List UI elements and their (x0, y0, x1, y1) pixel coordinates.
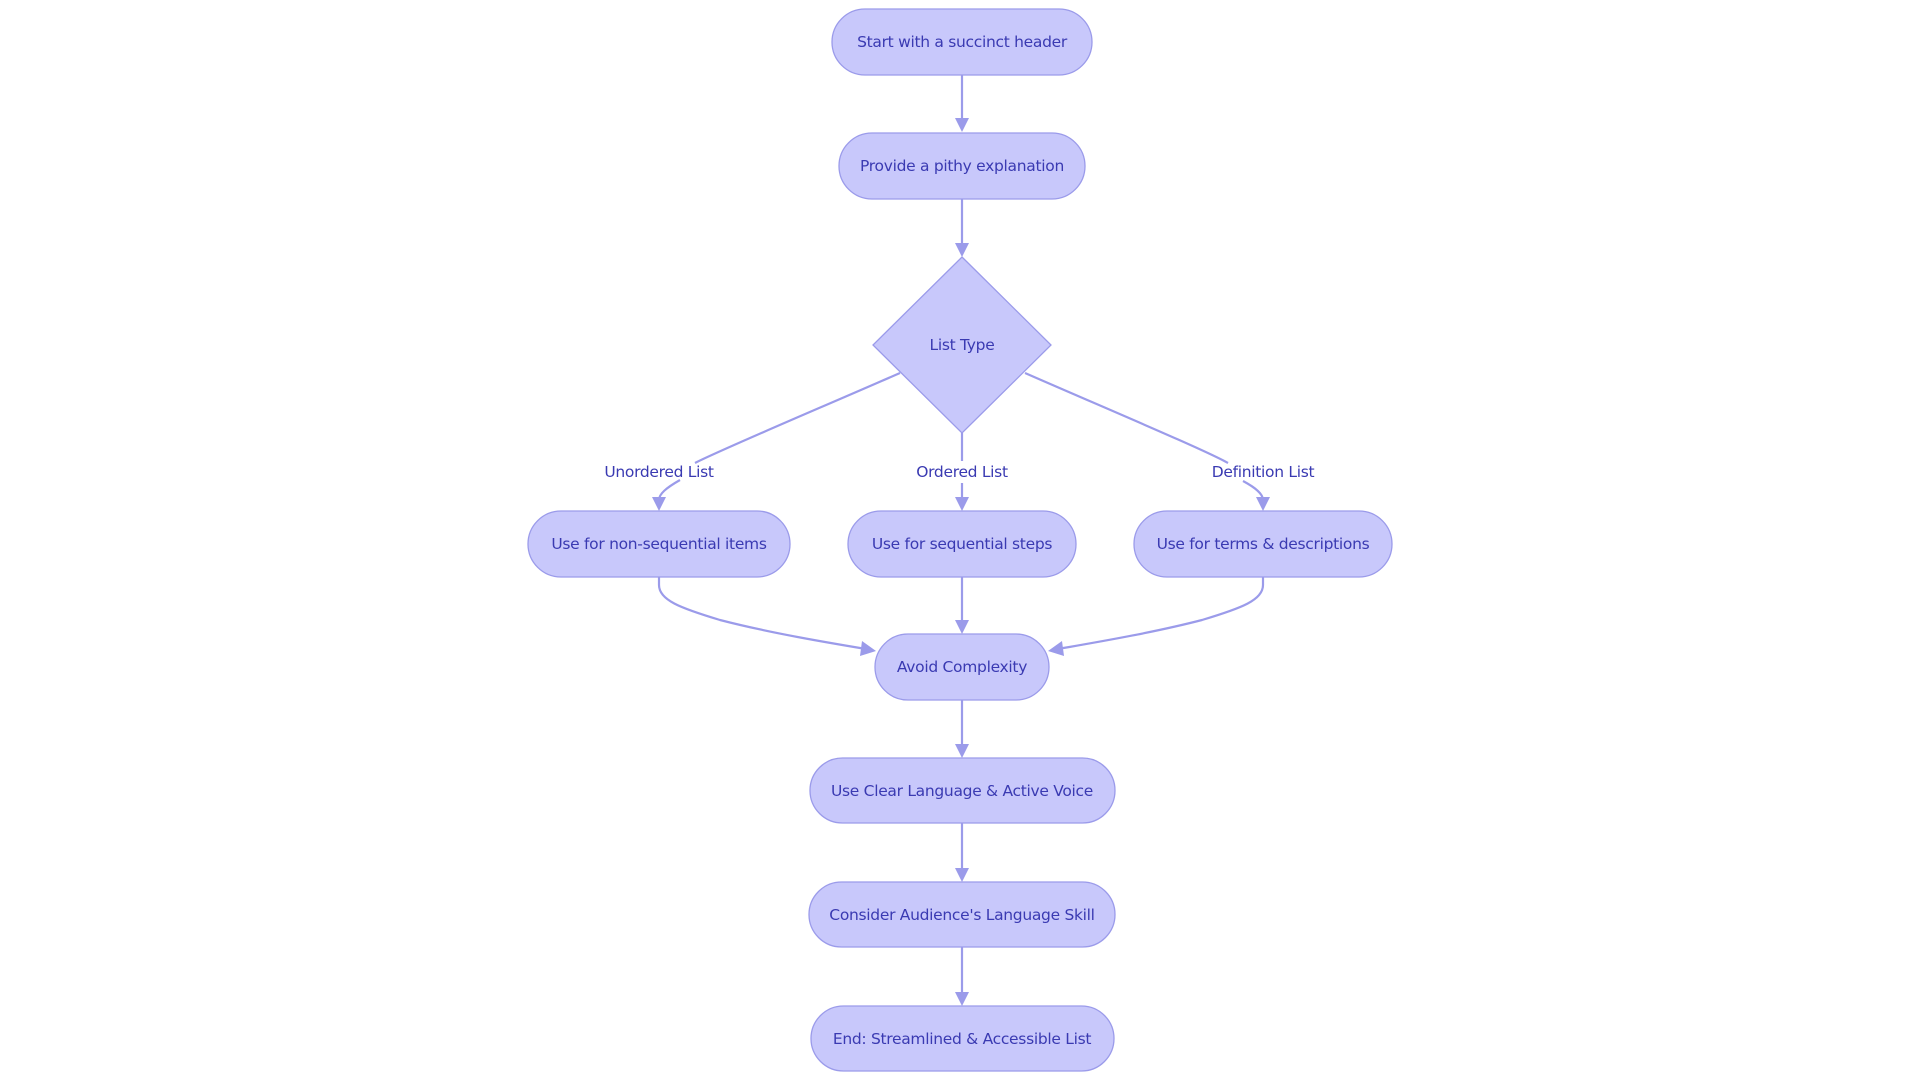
node-end[interactable]: End: Streamlined & Accessible List (810, 1005, 1115, 1072)
arrow-head-icon (652, 497, 666, 511)
arrow-head-icon (955, 620, 969, 634)
node-label: Use for terms & descriptions (1157, 535, 1370, 553)
edge-labels: Unordered List Ordered List Definition L… (604, 463, 1314, 481)
arrow-head-icon (955, 497, 969, 511)
arrow-head-icon (955, 992, 969, 1006)
node-clear-language[interactable]: Use Clear Language & Active Voice (809, 757, 1116, 824)
edge-nonseq-to-avoid (657, 577, 867, 651)
node-label: List Type (930, 336, 995, 354)
arrow-head-icon (955, 243, 969, 257)
arrow-head-icon (955, 118, 969, 132)
node-label: Provide a pithy explanation (860, 157, 1064, 175)
node-pithy[interactable]: Provide a pithy explanation (838, 132, 1086, 200)
arrow-head-icon (1048, 641, 1064, 656)
node-label: Use for non-sequential items (551, 535, 767, 553)
flowchart-diagram: Unordered List Ordered List Definition L… (527, 8, 1393, 1072)
node-nonsequential[interactable]: Use for non-sequential items (527, 510, 791, 578)
edge-label-definition-list: Definition List (1212, 463, 1315, 481)
node-avoid-complexity[interactable]: Avoid Complexity (874, 633, 1050, 701)
node-list-type-decision[interactable]: List Type (872, 256, 1052, 434)
node-label: Use Clear Language & Active Voice (831, 782, 1093, 800)
arrow-head-icon (860, 641, 876, 656)
edge-label-unordered-list: Unordered List (604, 463, 714, 481)
node-label: End: Streamlined & Accessible List (833, 1030, 1092, 1048)
node-terms[interactable]: Use for terms & descriptions (1133, 510, 1393, 578)
edge-terms-to-avoid (1057, 577, 1265, 651)
node-label: Avoid Complexity (897, 658, 1027, 676)
node-start[interactable]: Start with a succinct header (831, 8, 1093, 76)
node-label: Use for sequential steps (872, 535, 1053, 553)
node-sequential[interactable]: Use for sequential steps (847, 510, 1077, 578)
arrow-head-icon (955, 868, 969, 882)
node-label: Start with a succinct header (857, 33, 1068, 51)
node-label: Consider Audience's Language Skill (829, 906, 1094, 924)
arrow-head-icon (955, 744, 969, 758)
arrow-head-icon (1256, 497, 1270, 511)
edge-label-ordered-list: Ordered List (916, 463, 1008, 481)
node-audience[interactable]: Consider Audience's Language Skill (808, 881, 1116, 948)
